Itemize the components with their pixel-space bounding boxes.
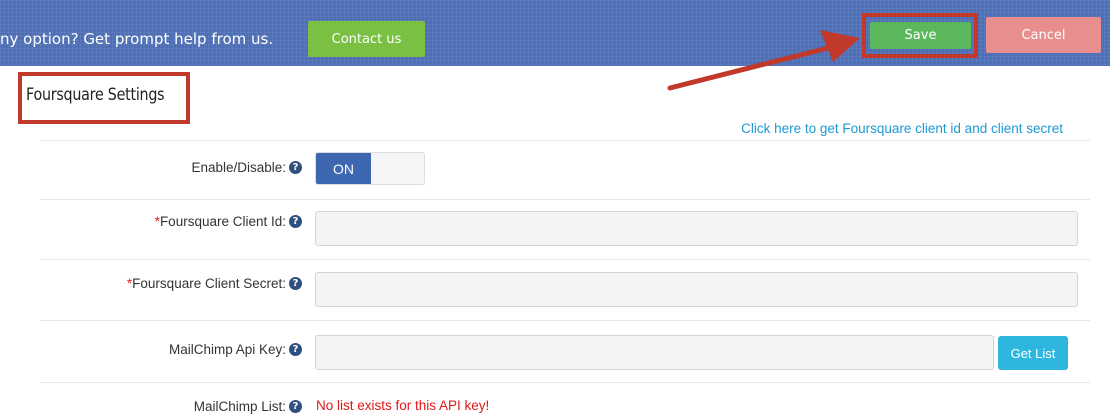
help-icon[interactable]: ? (289, 277, 302, 290)
help-icon[interactable]: ? (289, 161, 302, 174)
mailchimp-list-label-text: MailChimp List: (193, 399, 286, 414)
mailchimp-key-label: MailChimp Api Key: ? (169, 342, 302, 357)
foursquare-help-link[interactable]: Click here to get Foursquare client id a… (741, 121, 1063, 136)
divider (40, 382, 1090, 383)
client-id-input[interactable] (315, 211, 1078, 246)
client-id-label: * Foursquare Client Id: ? (155, 214, 302, 229)
help-icon[interactable]: ? (289, 343, 302, 356)
get-list-button[interactable]: Get List (998, 336, 1068, 370)
mailchimp-list-error: No list exists for this API key! (316, 398, 490, 413)
enable-disable-label-text: Enable/Disable: (191, 160, 286, 175)
toggle-handle (371, 153, 424, 184)
enable-disable-label: Enable/Disable: ? (191, 160, 302, 175)
divider (40, 320, 1090, 321)
mailchimp-key-input[interactable] (315, 335, 994, 370)
mailchimp-list-label: MailChimp List: ? (194, 399, 302, 414)
client-secret-input[interactable] (315, 272, 1078, 307)
divider (40, 140, 1090, 141)
client-secret-label: * Foursquare Client Secret: ? (127, 276, 302, 291)
divider (40, 259, 1090, 260)
help-icon[interactable]: ? (289, 215, 302, 228)
toggle-on-label: ON (316, 153, 371, 184)
section-title: Foursquare Settings (26, 85, 165, 105)
client-secret-label-text: Foursquare Client Secret: (132, 276, 286, 291)
mailchimp-key-label-text: MailChimp Api Key: (168, 342, 286, 357)
enable-toggle[interactable]: ON (315, 152, 425, 185)
client-id-label-text: Foursquare Client Id: (159, 214, 286, 229)
divider (40, 199, 1090, 200)
help-icon[interactable]: ? (289, 400, 302, 413)
